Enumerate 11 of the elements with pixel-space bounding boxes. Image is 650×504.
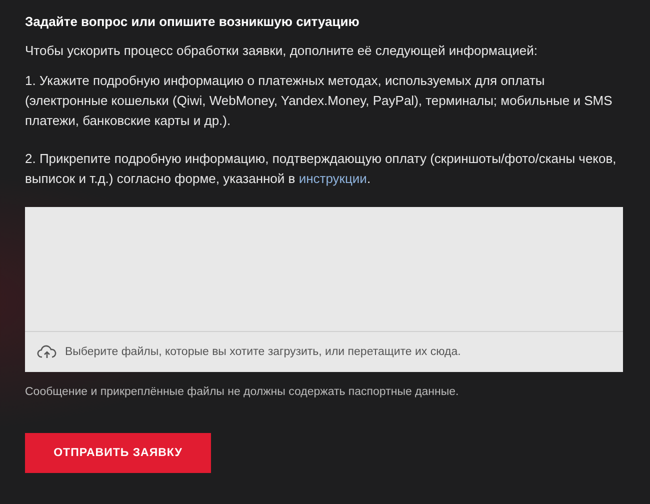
privacy-note: Сообщение и прикреплённые файлы не должны содержать паспортные данные.	[25, 386, 460, 398]
form-heading: Задайте вопрос или опишите возникшую ситуацию	[25, 14, 360, 30]
intro-text: Чтобы ускорить процесс обработки заявки, дополните её следующей информацией:	[25, 42, 538, 60]
message-field[interactable]	[25, 207, 623, 332]
cloud-upload-icon	[37, 344, 57, 360]
submit-button[interactable]: ОТПРАВИТЬ ЗАЯВКУ	[25, 433, 211, 473]
instruction-text: 1. Укажите подробную информацию о платежных методах, используемых для оплаты (электронные кошельки (Qiwi, WebMoney, Yandex.Money, PayPal), терминалы; мобильные и SMS платежи, банковские карты и др.).	[25, 72, 614, 130]
file-dropzone[interactable]: Выберите файлы, которые вы хотите загрузить, или перетащите их сюда.	[25, 332, 623, 372]
dropzone-hint: Выберите файлы, которые вы хотите загрузить, или перетащите их сюда.	[65, 346, 461, 358]
instructions-link[interactable]: инструкции	[298, 171, 367, 186]
instruction-text: 2. Прикрепите подробную информацию, подтверждающую оплату (скриншоты/фото/сканы чеков, выписок и т.д.) согласно форме, указанной в инструкции.	[25, 150, 618, 188]
